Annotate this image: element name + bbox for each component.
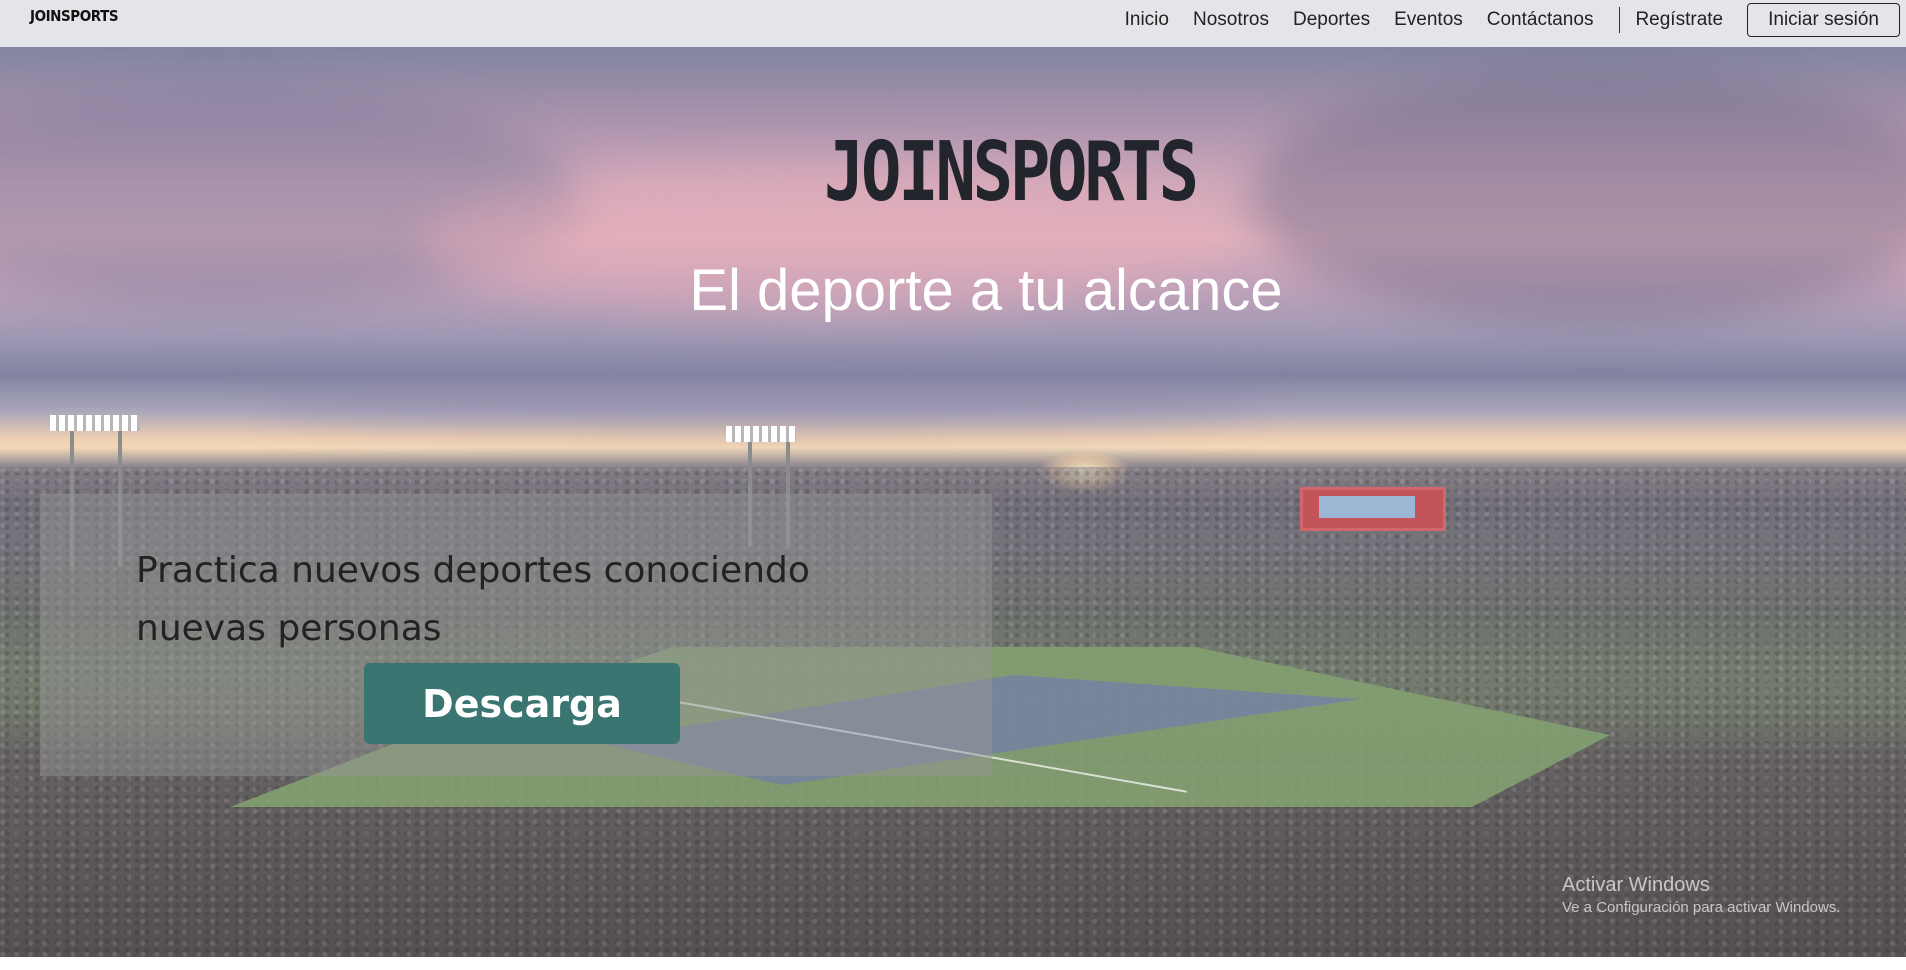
login-button[interactable]: Iniciar sesión (1747, 3, 1900, 37)
nav-links: Inicio Nosotros Deportes Eventos Contáct… (1125, 0, 1906, 40)
watermark-title: Activar Windows (1562, 874, 1710, 896)
cta-text: Practica nuevos deportes conociendo nuev… (136, 550, 810, 649)
download-button[interactable]: Descarga (364, 663, 680, 744)
top-navbar: JOINSPORTS Inicio Nosotros Deportes Even… (0, 0, 1906, 47)
nav-link-nosotros[interactable]: Nosotros (1193, 9, 1269, 31)
hero-logo: JOINSPORTS (823, 125, 1199, 220)
nav-link-eventos[interactable]: Eventos (1394, 9, 1463, 31)
nav-link-inicio[interactable]: Inicio (1125, 9, 1169, 31)
nav-link-contactanos[interactable]: Contáctanos (1487, 9, 1594, 31)
watermark-subtitle: Ve a Configuración para activar Windows. (1562, 899, 1841, 916)
cta-panel: Practica nuevos deportes conociendo nuev… (40, 494, 992, 776)
windows-activation-watermark: Activar Windows Ve a Configuración para … (1562, 874, 1840, 916)
brand-logo[interactable]: JOINSPORTS (30, 7, 119, 25)
nav-link-deportes[interactable]: Deportes (1293, 9, 1370, 31)
hero-tagline: El deporte a tu alcance (689, 258, 1283, 323)
nav-divider (1619, 7, 1621, 33)
register-link[interactable]: Regístrate (1635, 9, 1723, 31)
hero-section: JOINSPORTS El deporte a tu alcance Pract… (0, 47, 1906, 957)
